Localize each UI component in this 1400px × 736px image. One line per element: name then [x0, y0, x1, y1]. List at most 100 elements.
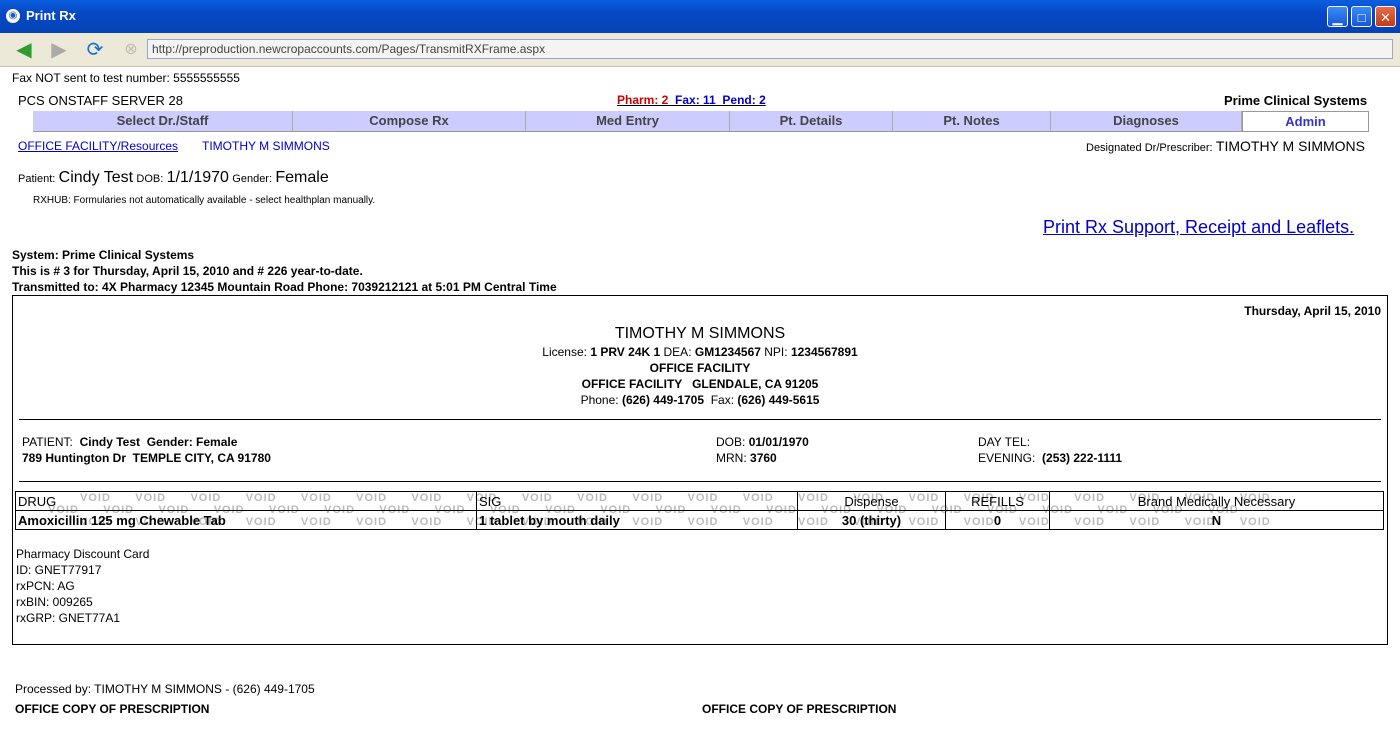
- patient-name: Cindy Test: [58, 169, 134, 186]
- discount-bin: rxBIN: 009265: [16, 595, 93, 609]
- main-tabs: Select Dr./Staff Compose Rx Med Entry Pt…: [33, 111, 1369, 132]
- brand-value: N: [1211, 513, 1222, 528]
- company-name: Prime Clinical Systems: [1224, 93, 1368, 108]
- tab-pt-details[interactable]: Pt. Details: [730, 111, 893, 131]
- count-line: This is # 3 for Thursday, April 15, 2010…: [12, 264, 363, 278]
- office-copy-left: OFFICE COPY OF PRESCRIPTION: [15, 702, 210, 716]
- phone-value: (626) 449-1705: [621, 393, 705, 407]
- fax-count-link[interactable]: Fax: 11: [675, 93, 716, 107]
- refills-value: 0: [993, 513, 1002, 528]
- rx-address: OFFICE FACILITY GLENDALE, CA 91205: [581, 377, 819, 391]
- transmitted-line: Transmitted to: 4X Pharmacy 12345 Mounta…: [12, 280, 557, 294]
- facility-link[interactable]: OFFICE FACILITY/Resources: [18, 139, 178, 153]
- tab-admin[interactable]: Admin: [1242, 111, 1369, 131]
- rx-mrn: MRN: 3760: [716, 451, 777, 465]
- dob-label: DOB:: [136, 173, 164, 185]
- tab-compose-rx[interactable]: Compose Rx: [293, 111, 526, 131]
- maximize-button[interactable]: □: [1351, 6, 1372, 27]
- back-icon[interactable]: ◀: [12, 38, 36, 62]
- sig-column: SIG 1 tablet by mouth daily: [477, 492, 798, 529]
- patient-bar: Patient: Cindy Test DOB: 1/1/1970 Gender…: [18, 169, 329, 187]
- gender-value: Female: [275, 169, 329, 186]
- rx-prescriber: TIMOTHY M SIMMONS: [614, 325, 786, 342]
- brand-column: Brand Medically Necessary N: [1050, 492, 1383, 529]
- npi-value: 1234567891: [790, 345, 858, 359]
- window-title: Print Rx: [26, 8, 76, 23]
- print-support-link[interactable]: Print Rx Support, Receipt and Leaflets.: [1043, 217, 1354, 238]
- designated-label: Designated Dr/Prescriber:: [1086, 142, 1213, 154]
- license-value: 1 PRV 24K 1: [590, 345, 661, 359]
- pend-count-link[interactable]: Pend: 2: [722, 93, 765, 107]
- discount-title: Pharmacy Discount Card: [16, 547, 150, 561]
- rx-patient-value: Cindy Test Gender: Female: [79, 435, 238, 449]
- dea-value: GM1234567: [694, 345, 761, 359]
- discount-card: Pharmacy Discount Card ID: GNET77917 rxP…: [16, 546, 149, 626]
- rx-evening: EVENING: (253) 222-1111: [978, 451, 1122, 465]
- office-copy-right: OFFICE COPY OF PRESCRIPTION: [702, 702, 897, 716]
- rxhub-notice: RXHUB: Formularies not automatically ava…: [33, 195, 376, 206]
- stop-icon[interactable]: ⊗: [119, 38, 143, 62]
- fax-notice: Fax NOT sent to test number: 5555555555: [12, 71, 240, 85]
- rx-dob: DOB: 01/01/1970: [716, 435, 809, 449]
- tab-diagnoses[interactable]: Diagnoses: [1051, 111, 1242, 131]
- rx-patient: PATIENT: Cindy Test Gender: Female: [22, 435, 237, 449]
- doctor-link[interactable]: TIMOTHY M SIMMONS: [202, 139, 330, 153]
- phone-label: Phone:: [580, 393, 619, 407]
- dea-label: DEA:: [663, 345, 692, 359]
- minimize-button[interactable]: ▁: [1327, 6, 1348, 27]
- npi-label: NPI:: [764, 345, 788, 359]
- refills-column: REFILLS 0: [946, 492, 1050, 529]
- designated-prescriber: Designated Dr/Prescriber: TIMOTHY M SIMM…: [1086, 138, 1365, 154]
- rx-date: Thursday, April 15, 2010: [1244, 304, 1381, 318]
- rx-evening-value: (253) 222-1111: [1042, 451, 1123, 465]
- rx-daytel-label: DAY TEL:: [978, 435, 1031, 449]
- system-line: System: Prime Clinical Systems: [12, 248, 195, 262]
- fax-label: Fax:: [710, 393, 735, 407]
- divider: [19, 419, 1381, 420]
- rx-dob-label: DOB:: [716, 435, 746, 449]
- gender-label: Gender:: [232, 173, 273, 185]
- rx-phone-line: Phone: (626) 449-1705 Fax: (626) 449-561…: [13, 393, 1387, 407]
- drug-table: VOID VOID VOID VOID VOID VOID VOID VOID …: [15, 491, 1384, 530]
- rx-mrn-value: 3760: [750, 451, 777, 465]
- tab-pt-notes[interactable]: Pt. Notes: [893, 111, 1051, 131]
- sig-header: SIG: [479, 494, 502, 509]
- dispense-column: Dispense 30 (thirty): [798, 492, 946, 529]
- status-links: Pharm: 2 Fax: 11 Pend: 2: [617, 93, 766, 107]
- tab-med-entry[interactable]: Med Entry: [526, 111, 730, 131]
- rx-dob-value: 01/01/1970: [748, 435, 809, 449]
- drug-column: DRUG Amoxicillin 125 mg Chewable Tab: [16, 492, 477, 529]
- rx-patient-label: PATIENT:: [22, 435, 73, 449]
- discount-grp: rxGRP: GNET77A1: [16, 611, 121, 625]
- server-name: PCS ONSTAFF SERVER 28: [18, 93, 183, 108]
- divider: [19, 481, 1381, 482]
- drug-value: Amoxicillin 125 mg Chewable Tab: [18, 513, 226, 528]
- pharm-count-link[interactable]: Pharm: 2: [617, 93, 668, 107]
- designated-value: TIMOTHY M SIMMONS: [1215, 138, 1365, 154]
- rx-evening-label: EVENING:: [978, 451, 1036, 465]
- refills-header: REFILLS: [971, 494, 1024, 509]
- processed-by: Processed by: TIMOTHY M SIMMONS - (626) …: [15, 682, 315, 696]
- discount-id: ID: GNET77917: [16, 563, 102, 577]
- browser-navbar: ◀ ▶ ⟳ ⊗ http://preproduction.newcropacco…: [0, 33, 1400, 67]
- rx-patient-address: 789 Huntington Dr TEMPLE CITY, CA 91780: [22, 451, 271, 465]
- brand-header: Brand Medically Necessary: [1137, 494, 1296, 509]
- tab-select-dr-staff[interactable]: Select Dr./Staff: [33, 111, 293, 131]
- dob-value: 1/1/1970: [166, 169, 229, 186]
- window-titlebar: ◉ Print Rx ▁ □ ✕: [0, 0, 1400, 33]
- prescription-document: Thursday, April 15, 2010 TIMOTHY M SIMMO…: [12, 295, 1388, 645]
- refresh-icon[interactable]: ⟳: [83, 38, 107, 62]
- discount-pcn: rxPCN: AG: [16, 579, 75, 593]
- dispense-value: 30 (thirty): [841, 513, 902, 528]
- sig-value: 1 tablet by mouth daily: [479, 513, 620, 528]
- rx-facility: OFFICE FACILITY: [649, 361, 751, 375]
- close-button[interactable]: ✕: [1375, 6, 1396, 27]
- dispense-header: Dispense: [844, 494, 899, 509]
- drug-header: DRUG: [18, 494, 57, 509]
- rx-mrn-label: MRN:: [716, 451, 747, 465]
- rx-license-line: License: 1 PRV 24K 1 DEA: GM1234567 NPI:…: [13, 345, 1387, 359]
- forward-icon[interactable]: ▶: [47, 38, 71, 62]
- url-input[interactable]: http://preproduction.newcropaccounts.com…: [147, 39, 1393, 59]
- app-icon: ◉: [6, 9, 20, 23]
- patient-label: Patient:: [18, 173, 56, 185]
